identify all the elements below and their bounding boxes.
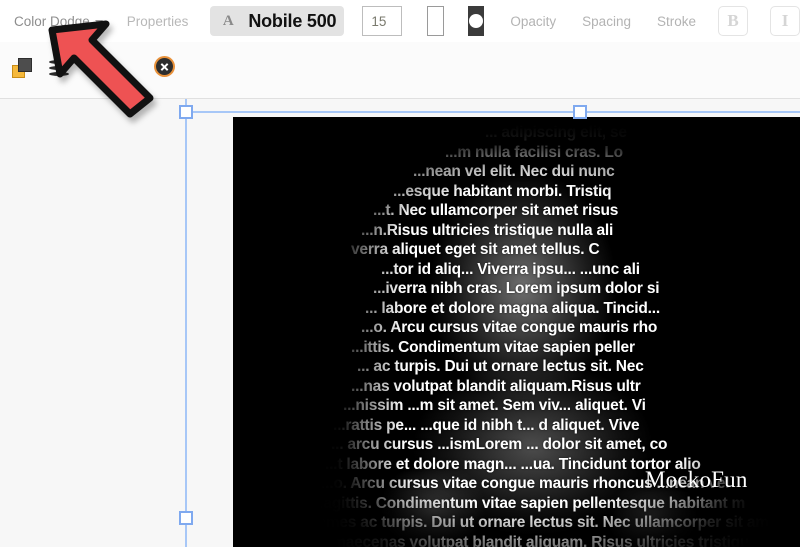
- text-color-swatch[interactable]: [426, 6, 445, 36]
- text-art-line: ...pat maecenas volutpat blandit aliquam…: [293, 533, 789, 547]
- font-size-input[interactable]: 15: [362, 6, 402, 36]
- dot-icon: [469, 14, 484, 28]
- selection-handle-top-center[interactable]: [573, 105, 587, 119]
- selection-handle-middle-left[interactable]: [179, 511, 193, 525]
- opacity-button[interactable]: Opacity: [510, 14, 556, 29]
- layer-sheet-3: [49, 72, 69, 76]
- selection-handle-top-left[interactable]: [179, 105, 193, 119]
- blend-mode-label: Color Dodge: [14, 13, 90, 29]
- duplicate-layers-icon[interactable]: [12, 58, 32, 78]
- chevron-down-icon: [94, 19, 103, 25]
- selection-line-horizontal: [185, 111, 800, 113]
- spacing-button[interactable]: Spacing: [582, 14, 631, 29]
- layers-stack-icon[interactable]: [49, 58, 69, 78]
- italic-button[interactable]: I: [770, 6, 800, 36]
- layer-sheet-2: [49, 66, 69, 70]
- stroke-button[interactable]: Stroke: [657, 14, 696, 29]
- font-letter-icon: A: [222, 12, 234, 29]
- mockofun-editor: Color Dodge Properties A Nobile 500 15 O…: [0, 0, 800, 547]
- selection-line-vertical: [185, 99, 187, 547]
- artwork-image[interactable]: ... adipiscing elit, se ...m nulla facili…: [233, 117, 800, 547]
- bold-button[interactable]: B: [718, 6, 748, 36]
- canvas-workspace[interactable]: ... adipiscing elit, se ...m nulla facili…: [0, 99, 800, 547]
- close-circle-icon[interactable]: [156, 58, 173, 75]
- dot-style-button[interactable]: [468, 6, 485, 36]
- font-family-value: Nobile 500: [248, 10, 337, 31]
- font-family-field[interactable]: A Nobile 500: [210, 6, 345, 36]
- layer-sheet-1: [49, 60, 69, 64]
- blend-mode-select[interactable]: Color Dodge: [14, 14, 103, 29]
- font-size-value: 15: [371, 13, 387, 29]
- text-art-layer: ... adipiscing elit, se ...m nulla facili…: [233, 117, 800, 547]
- properties-button[interactable]: Properties: [127, 14, 189, 29]
- duplicate-front-square: [18, 58, 32, 72]
- top-toolbar: Color Dodge Properties A Nobile 500 15 O…: [0, 0, 800, 42]
- layer-toolbar: [0, 42, 800, 99]
